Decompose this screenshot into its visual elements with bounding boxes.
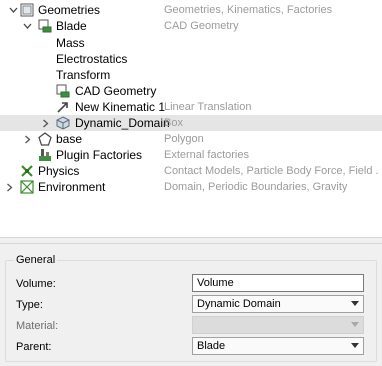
tree-label: Mass — [56, 36, 85, 50]
tree-description: Geometries, Kinematics, Factories — [164, 4, 333, 16]
tree-label: Dynamic_Domain — [75, 116, 170, 130]
volume-input-value: Volume — [197, 277, 234, 289]
expand-chevron-icon[interactable] — [4, 182, 14, 192]
tree-description: CAD Geometry — [164, 20, 239, 32]
cad-geometry-icon — [56, 84, 70, 98]
collapse-chevron-icon[interactable] — [8, 5, 18, 15]
tree-label: Blade — [56, 19, 87, 33]
tree-row-dynamic-domain[interactable]: Dynamic_Domain Box — [0, 115, 382, 131]
tree-row-cad-geometry[interactable]: CAD Geometry — [0, 83, 382, 99]
physics-icon — [20, 164, 34, 178]
tree-row-geometries[interactable]: Geometries Geometries, Kinematics, Facto… — [0, 2, 382, 18]
type-label: Type: — [16, 299, 43, 311]
kinematic-arrow-icon — [56, 100, 70, 114]
tree-label: base — [56, 132, 83, 146]
expand-chevron-icon[interactable] — [40, 118, 50, 128]
tree-label: Geometries — [38, 3, 101, 17]
tree-label: Plugin Factories — [56, 148, 143, 162]
tree-label: Environment — [38, 180, 106, 194]
plugin-factory-icon — [38, 148, 52, 162]
type-dropdown[interactable]: Dynamic Domain — [192, 295, 364, 313]
tree-panel[interactable]: Geometries Geometries, Kinematics, Facto… — [0, 0, 382, 237]
tree-label: Physics — [38, 164, 80, 178]
tree-row-electrostatics[interactable]: Electrostatics — [0, 51, 382, 67]
tree-description: Domain, Periodic Boundaries, Gravity — [164, 181, 348, 193]
tree-label: New Kinematic 1 — [75, 100, 166, 114]
volume-input[interactable]: Volume — [192, 274, 364, 292]
environment-icon — [20, 180, 34, 194]
dropdown-arrow-icon — [351, 322, 359, 327]
volume-label: Volume: — [16, 278, 56, 290]
collapse-chevron-icon[interactable] — [22, 21, 32, 31]
tree-description: Contact Models, Particle Body Force, Fie… — [164, 165, 378, 177]
material-dropdown[interactable] — [192, 316, 364, 334]
box-icon — [56, 116, 70, 130]
parent-dropdown[interactable]: Blade — [192, 337, 364, 355]
polygon-icon — [38, 132, 52, 146]
dropdown-arrow-icon — [351, 301, 359, 306]
tree-row-mass[interactable]: Mass — [0, 35, 382, 51]
tree-label: CAD Geometry — [75, 84, 157, 98]
tree-label: Transform — [56, 68, 111, 82]
tree-row-transform[interactable]: Transform — [0, 67, 382, 83]
group-title: General — [14, 254, 58, 266]
tree-row-plugin-factories[interactable]: Plugin Factories External factories — [0, 147, 382, 163]
tree-description: External factories — [164, 149, 249, 161]
type-dropdown-value: Dynamic Domain — [197, 298, 281, 310]
material-label: Material: — [16, 320, 59, 332]
expand-chevron-icon[interactable] — [22, 134, 32, 144]
tree-row-physics[interactable]: Physics Contact Models, Particle Body Fo… — [0, 163, 382, 179]
tree-description: Polygon — [164, 133, 204, 145]
parent-label: Parent: — [16, 341, 52, 353]
cad-geometry-icon — [38, 19, 52, 33]
tree-row-environment[interactable]: Environment Domain, Periodic Boundaries,… — [0, 179, 382, 195]
panel-splitter[interactable] — [0, 237, 382, 244]
tree-description: Linear Translation — [164, 101, 252, 113]
tree-description: Box — [164, 117, 183, 129]
geometries-icon — [20, 3, 34, 17]
tree-row-blade[interactable]: Blade CAD Geometry — [0, 18, 382, 34]
properties-panel: General Volume: Volume Type: Dynamic Dom… — [0, 244, 382, 366]
parent-dropdown-value: Blade — [197, 340, 226, 352]
tree-label: Electrostatics — [56, 52, 128, 66]
tree-row-base[interactable]: base Polygon — [0, 131, 382, 147]
dropdown-arrow-icon — [351, 343, 359, 348]
tree-row-new-kinematic[interactable]: New Kinematic 1 Linear Translation — [0, 99, 382, 115]
